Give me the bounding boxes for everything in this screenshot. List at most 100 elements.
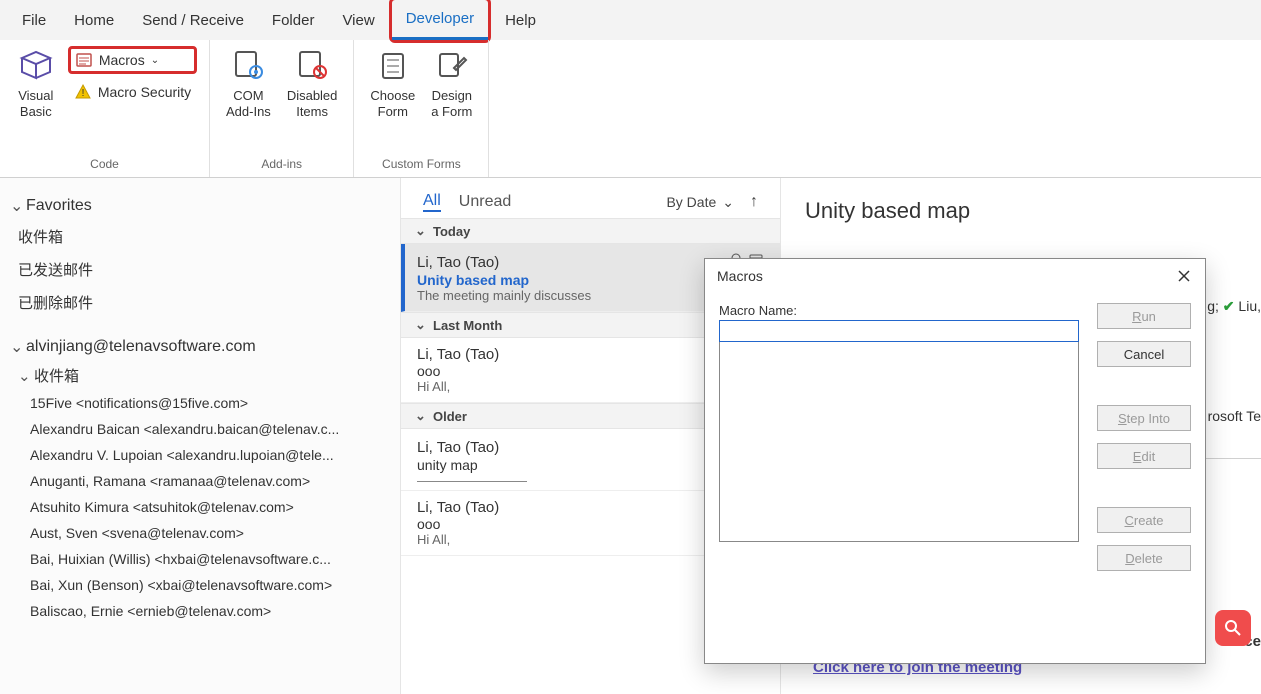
menu-file[interactable]: File	[8, 0, 60, 40]
disabled-items-label: Disabled Items	[287, 88, 338, 119]
menu-send-receive[interactable]: Send / Receive	[128, 0, 258, 40]
visual-basic-button[interactable]: Visual Basic	[12, 44, 60, 123]
sort-by-date[interactable]: By Date ⌄ ↑	[666, 193, 758, 211]
chevron-down-icon: ⌄	[415, 223, 425, 239]
visual-basic-icon	[18, 48, 54, 84]
choose-form-label: Choose Form	[370, 88, 415, 119]
msg-subject: ooo	[417, 516, 440, 532]
menu-home[interactable]: Home	[60, 0, 128, 40]
fav-sent[interactable]: 已发送邮件	[0, 253, 400, 286]
macro-security-label: Macro Security	[98, 84, 191, 100]
sender-item[interactable]: Bai, Huixian (Willis) <hxbai@telenavsoft…	[0, 546, 400, 572]
visual-basic-label: Visual Basic	[18, 88, 53, 119]
chevron-down-icon: ⌄	[722, 194, 734, 211]
search-fab[interactable]	[1215, 610, 1251, 646]
arrow-up-icon[interactable]: ↑	[750, 193, 758, 211]
macros-button-highlight: Macros ⌄	[68, 46, 197, 74]
search-icon	[1223, 618, 1243, 638]
menu-view[interactable]: View	[328, 0, 388, 40]
delete-button[interactable]: Delete	[1097, 545, 1191, 571]
macro-list[interactable]	[719, 342, 1079, 542]
create-button[interactable]: Create	[1097, 507, 1191, 533]
group-older-label: Older	[433, 409, 467, 424]
macros-label[interactable]: Macros	[99, 52, 145, 68]
choose-form-button[interactable]: Choose Form	[364, 44, 421, 123]
run-button[interactable]: Run	[1097, 303, 1191, 329]
com-addins-label: COM Add-Ins	[226, 88, 271, 119]
account-label: alvinjiang@telenavsoftware.com	[26, 338, 256, 356]
reading-title: Unity based map	[805, 198, 1237, 224]
cancel-button[interactable]: Cancel	[1097, 341, 1191, 367]
inbox-header[interactable]: ⌄ 收件箱	[0, 361, 400, 390]
chevron-down-icon: ⌄	[415, 317, 425, 333]
design-form-button[interactable]: Design a Form	[425, 44, 478, 123]
design-form-label: Design a Form	[431, 88, 472, 119]
sender-item[interactable]: Atsuhito Kimura <atsuhitok@telenav.com>	[0, 494, 400, 520]
sort-label: By Date	[666, 194, 716, 210]
menu-folder[interactable]: Folder	[258, 0, 329, 40]
ribbon-group-custom-forms: Choose Form Design a Form Custom Forms	[354, 40, 489, 177]
sender-item[interactable]: Alexandru Baican <alexandru.baican@telen…	[0, 416, 400, 442]
macro-name-label: Macro Name:	[719, 303, 1079, 318]
com-addins-icon	[230, 48, 266, 84]
favorites-label: Favorites	[26, 197, 92, 215]
com-addins-button[interactable]: COM Add-Ins	[220, 44, 277, 123]
account-header[interactable]: ⌄ alvinjiang@telenavsoftware.com	[0, 333, 400, 361]
macro-security-button[interactable]: ! Macro Security	[68, 82, 197, 102]
sender-item[interactable]: Baliscao, Ernie <ernieb@telenav.com>	[0, 598, 400, 624]
msg-from: Li, Tao (Tao)	[417, 499, 499, 516]
fav-inbox[interactable]: 收件箱	[0, 220, 400, 253]
menu-help[interactable]: Help	[491, 0, 550, 40]
chevron-down-icon: ⌄	[18, 367, 28, 385]
choose-form-icon	[375, 48, 411, 84]
step-into-button[interactable]: Step Into	[1097, 405, 1191, 431]
dialog-buttons: Run Cancel Step Into Edit Create Delete	[1097, 303, 1191, 571]
chevron-down-icon: ⌄	[10, 337, 20, 357]
attendee-snippet: g; ✔ Liu,	[1207, 298, 1261, 315]
check-icon: ✔	[1223, 298, 1235, 314]
sender-item[interactable]: Alexandru V. Lupoian <alexandru.lupoian@…	[0, 442, 400, 468]
ribbon-group-code-label: Code	[90, 157, 119, 175]
ribbon-group-code: Visual Basic Macros ⌄ ! Macro Security C…	[0, 40, 210, 177]
msg-from: Li, Tao (Tao)	[417, 254, 499, 271]
ribbon: Visual Basic Macros ⌄ ! Macro Security C…	[0, 40, 1261, 178]
fav-deleted[interactable]: 已删除邮件	[0, 286, 400, 319]
dialog-body: Macro Name: Run Cancel Step Into Edit Cr…	[705, 293, 1205, 581]
sender-item[interactable]: Aust, Sven <svena@telenav.com>	[0, 520, 400, 546]
macros-dialog: Macros Macro Name: Run Cancel Step Into …	[704, 258, 1206, 664]
msg-subject: unity map	[417, 457, 478, 473]
edit-button[interactable]: Edit	[1097, 443, 1191, 469]
menu-developer[interactable]: Developer	[392, 0, 488, 40]
group-today-label: Today	[433, 224, 470, 239]
nav-pane: ⌄ Favorites 收件箱 已发送邮件 已删除邮件 ⌄ alvinjiang…	[0, 178, 400, 694]
chevron-down-icon: ⌄	[415, 408, 425, 424]
disabled-items-button[interactable]: Disabled Items	[281, 44, 344, 123]
macros-icon	[75, 51, 93, 69]
svg-text:!: !	[81, 88, 84, 99]
chevron-down-icon: ⌄	[10, 196, 20, 216]
sender-item[interactable]: Bai, Xun (Benson) <xbai@telenavsoftware.…	[0, 572, 400, 598]
macro-name-input[interactable]	[719, 320, 1079, 342]
tab-all[interactable]: All	[423, 192, 441, 212]
dialog-close-button[interactable]	[1175, 267, 1193, 285]
group-today[interactable]: ⌄ Today	[401, 218, 780, 244]
group-last-month-label: Last Month	[433, 318, 502, 333]
ribbon-group-forms-label: Custom Forms	[382, 157, 461, 175]
msg-subject: ooo	[417, 363, 440, 379]
warning-icon: !	[74, 83, 92, 101]
sender-item[interactable]: Anuganti, Ramana <ramanaa@telenav.com>	[0, 468, 400, 494]
teams-snippet: rosoft Te	[1208, 408, 1261, 424]
menu-bar: File Home Send / Receive Folder View Dev…	[0, 0, 1261, 40]
design-form-icon	[434, 48, 470, 84]
chevron-down-icon: ⌄	[151, 55, 159, 66]
favorites-header[interactable]: ⌄ Favorites	[0, 192, 400, 220]
sender-item[interactable]: 15Five <notifications@15five.com>	[0, 390, 400, 416]
msg-from: Li, Tao (Tao)	[417, 346, 499, 363]
msg-from: Li, Tao (Tao)	[417, 439, 499, 456]
dialog-title-text: Macros	[717, 268, 763, 284]
msg-divider	[417, 481, 527, 482]
dialog-left: Macro Name:	[719, 303, 1079, 571]
tab-unread[interactable]: Unread	[459, 193, 511, 211]
ribbon-group-addins: COM Add-Ins Disabled Items Add-ins	[210, 40, 354, 177]
message-filter-tabs: All Unread By Date ⌄ ↑	[401, 178, 780, 218]
